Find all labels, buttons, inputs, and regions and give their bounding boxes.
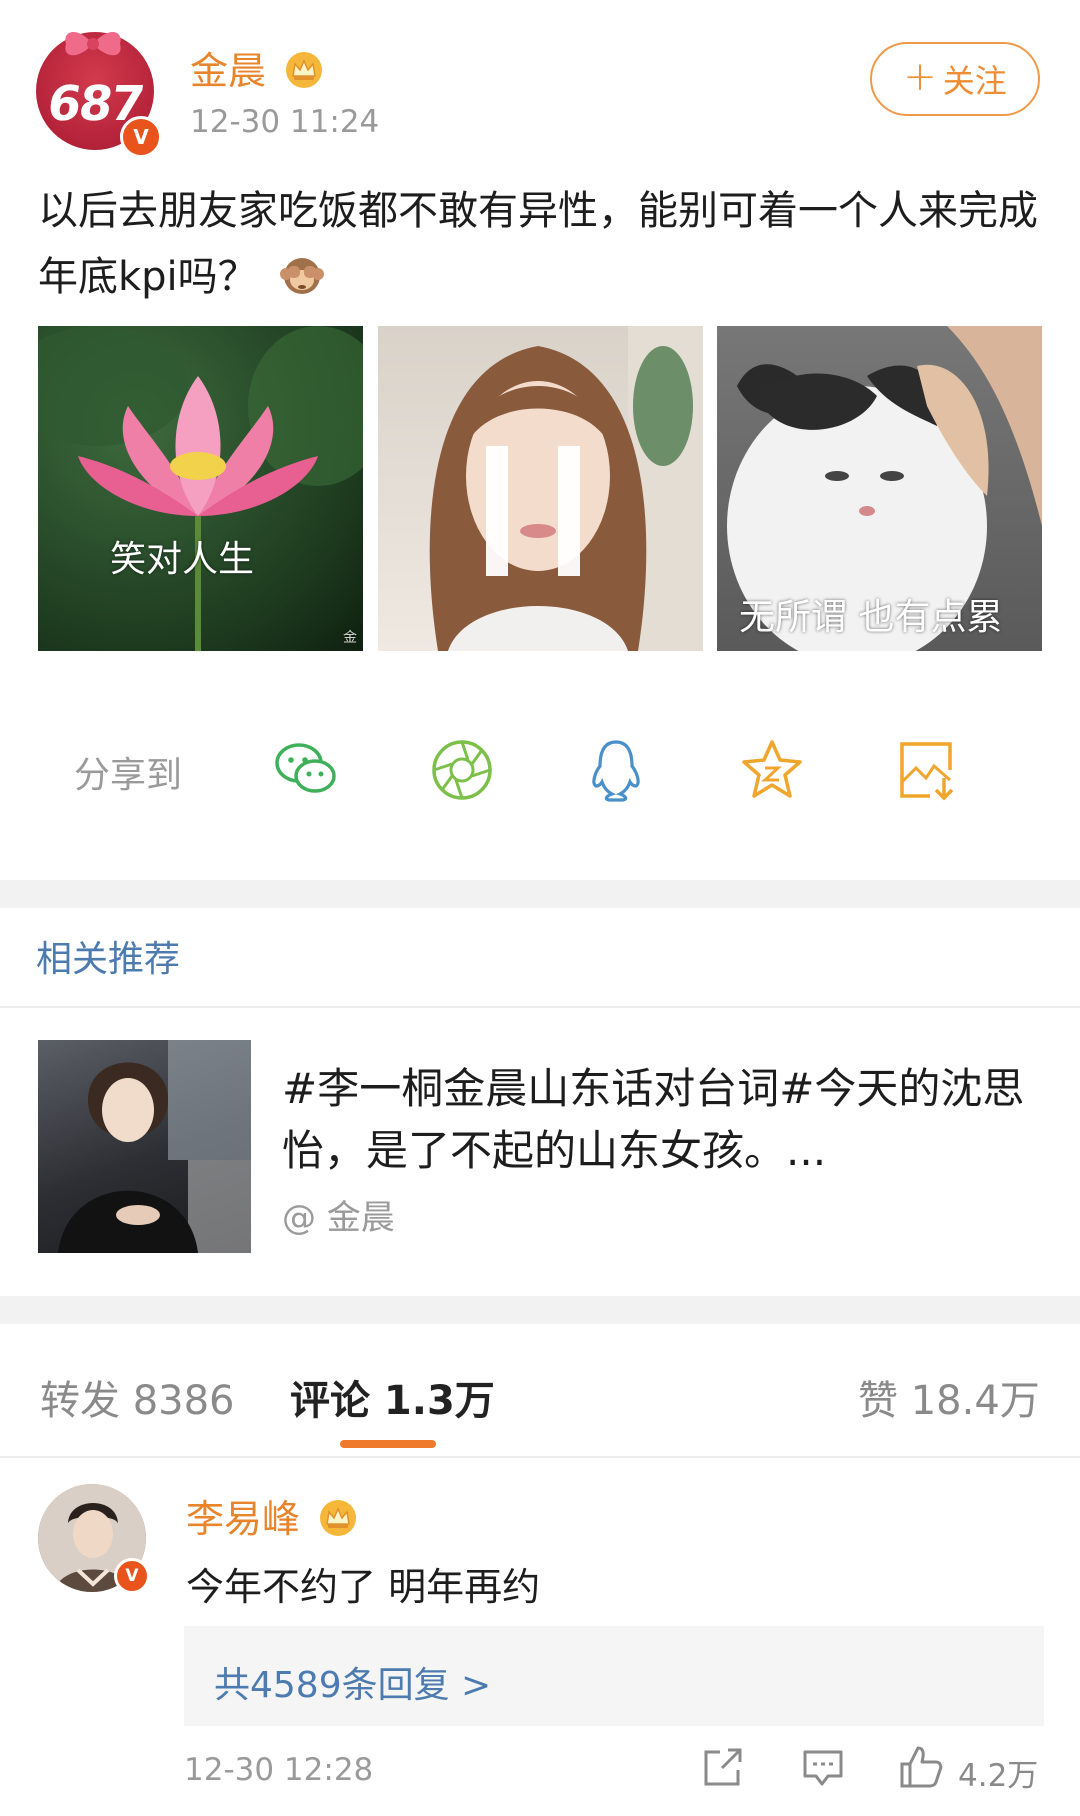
share-label: 分享到 [74, 755, 183, 796]
related-photo-illustration [58, 1040, 251, 1253]
girl-photo-illustration [429, 326, 703, 651]
comment-time: 12-30 12:28 [184, 1752, 374, 1788]
tab-likes[interactable]: 赞 18.4万 [858, 1368, 1040, 1426]
save-image-icon[interactable] [892, 736, 960, 804]
crown-icon [286, 52, 323, 88]
share-comment-icon[interactable] [700, 1744, 746, 1790]
related-item-source[interactable]: @ 金晨 [282, 1190, 395, 1239]
post-image-girl[interactable] [378, 326, 703, 651]
section-divider [0, 880, 1080, 908]
post-time: 12-30 11:24 [190, 104, 380, 140]
crown-icon [320, 1500, 357, 1536]
tab-repost[interactable]: 转发 8386 [40, 1368, 235, 1426]
post-image-cat[interactable]: 无所谓 也有点累 [717, 326, 1042, 651]
commenter-name[interactable]: 李易峰 [186, 1488, 358, 1543]
post-image-lotus[interactable]: 笑对人生 金 [38, 326, 363, 651]
related-title: 相关推荐 [36, 939, 181, 980]
image-caption: 无所谓 也有点累 [739, 597, 1003, 638]
author-name[interactable]: 金晨 [190, 40, 324, 95]
image-watermark: 金 [343, 630, 357, 646]
active-tab-indicator [340, 1440, 436, 1448]
verified-badge-icon: V [120, 116, 162, 158]
like-thumb-icon[interactable] [898, 1744, 944, 1790]
image-caption: 笑对人生 [110, 539, 255, 580]
wechat-icon[interactable] [272, 736, 340, 804]
moments-icon[interactable] [428, 736, 496, 804]
author-avatar[interactable]: 687 V [36, 31, 162, 158]
divider-line [0, 1006, 1080, 1008]
qq-icon[interactable] [582, 736, 650, 804]
author-name-text[interactable]: 金晨 [190, 49, 266, 93]
section-divider [0, 1296, 1080, 1324]
plus-icon: + [903, 54, 937, 100]
follow-label: 关注 [942, 62, 1007, 100]
post-text: 以后去朋友家吃饭都不敢有异性，能别可着一个人来完成年底kpi吗？ [38, 178, 1048, 310]
commenter-avatar[interactable]: V [38, 1484, 150, 1594]
related-item-title[interactable]: #李一桐金晨山东话对台词#今天的沈思怡，是了不起的山东女孩。... [282, 1058, 1042, 1182]
post-text-content: 以后去朋友家吃饭都不敢有异性，能别可着一个人来完成年底kpi吗？ [38, 188, 1038, 300]
see-no-evil-monkey-icon [279, 258, 324, 294]
view-replies-link[interactable]: 共4589条回复 > [214, 1656, 491, 1708]
divider-line [0, 1456, 1080, 1458]
lotus-illustration [38, 326, 363, 651]
related-thumbnail[interactable] [38, 1040, 251, 1253]
verified-badge-icon: V [114, 1558, 150, 1594]
tab-comments[interactable]: 评论 1.3万 [290, 1368, 495, 1426]
commenter-name-text[interactable]: 李易峰 [186, 1497, 300, 1541]
bow-decoration-icon [65, 31, 121, 56]
comment-like-count: 4.2万 [958, 1758, 1039, 1794]
favorite-star-icon[interactable] [738, 736, 806, 804]
reply-comment-icon[interactable] [800, 1744, 846, 1790]
follow-button[interactable]: + 关注 [870, 42, 1040, 116]
comment-text: 今年不约了 明年再约 [186, 1565, 541, 1609]
